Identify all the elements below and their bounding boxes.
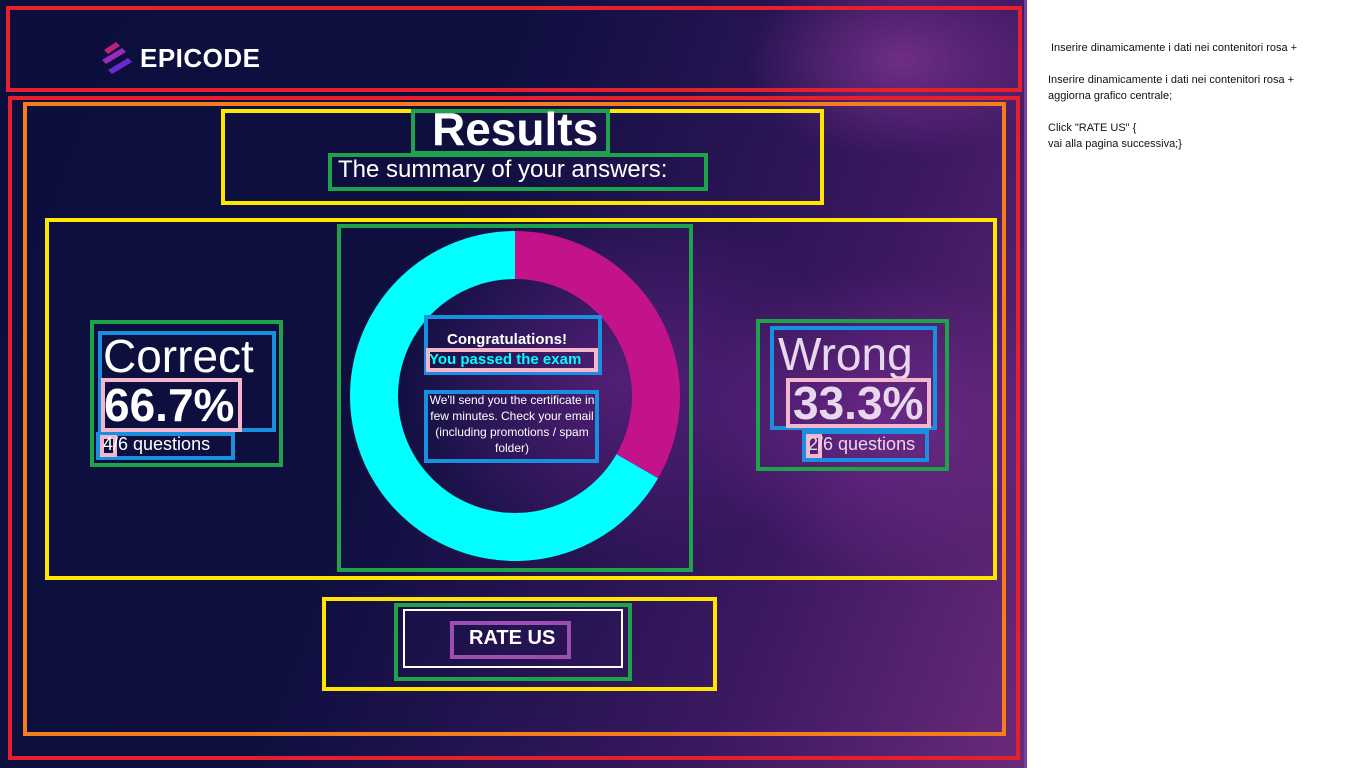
- rate-us-label: RATE US: [469, 627, 556, 649]
- page-title: Results: [432, 103, 599, 155]
- epicode-logo-icon: [102, 42, 132, 74]
- brand-name: EPICODE: [140, 42, 261, 73]
- congrats-text: Congratulations!: [447, 331, 567, 348]
- correct-percent: 66.7%: [104, 379, 235, 431]
- certificate-info: We'll send you the certificate in few mi…: [429, 393, 595, 455]
- note-line-3: Click "RATE US" { vai alla pagina succes…: [1048, 122, 1182, 150]
- wrong-questions: 2/6 questions: [808, 434, 915, 455]
- note-line-1: Inserire dinamicamente i dati nei conten…: [1051, 42, 1298, 54]
- note-line-2: Inserire dinamicamente i dati nei conten…: [1048, 74, 1295, 102]
- wrong-count: 2: [808, 434, 819, 454]
- wrong-questions-suffix: /6 questions: [818, 434, 916, 454]
- page-subtitle: The summary of your answers:: [338, 156, 668, 183]
- correct-questions: 4/6 questions: [103, 434, 210, 455]
- mockup-canvas: EPICODE Results The summary of your answ…: [0, 0, 1027, 768]
- passed-text: You passed the exam: [429, 351, 582, 368]
- notes-panel: Inserire dinamicamente i dati nei conten…: [1048, 40, 1338, 152]
- correct-count: 4: [103, 434, 114, 454]
- brand-logo[interactable]: EPICODE: [100, 40, 261, 76]
- wrong-percent: 33.3%: [793, 377, 924, 429]
- correct-questions-suffix: /6 questions: [113, 434, 211, 454]
- wrong-label: Wrong: [778, 328, 913, 380]
- correct-label: Correct: [103, 330, 254, 382]
